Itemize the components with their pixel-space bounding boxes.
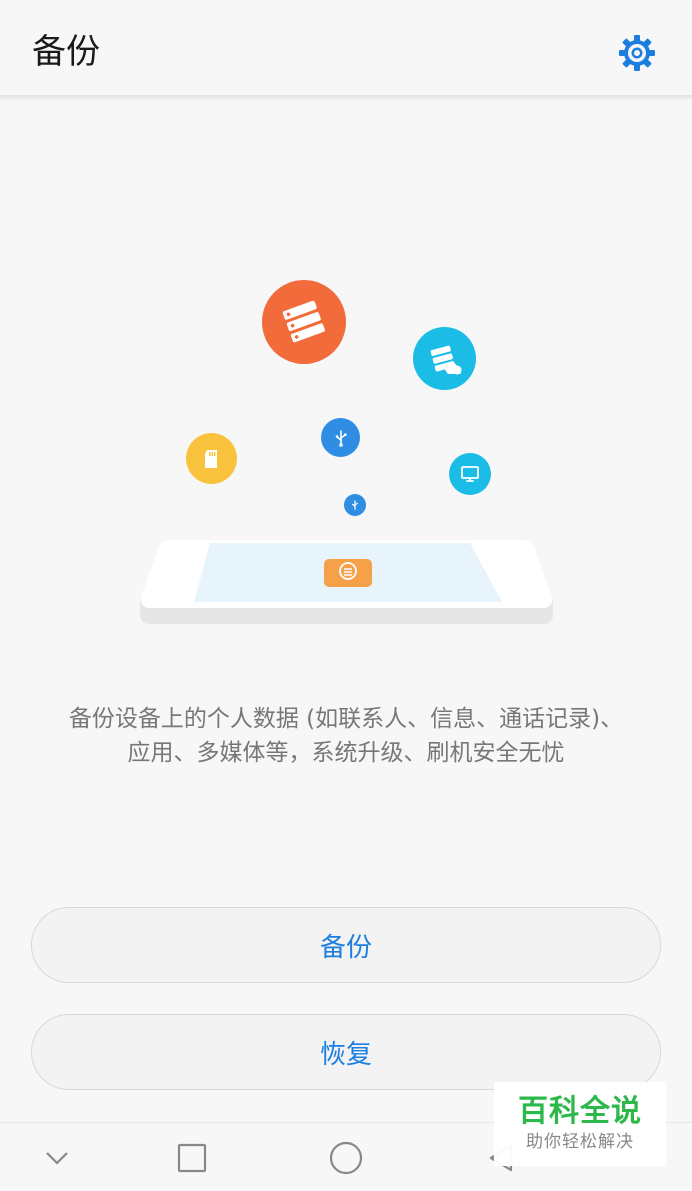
page-title: 备份 [32,32,100,72]
description-line-1: 备份设备上的个人数据 (如联系人、信息、通话记录)、 [68,706,624,732]
backup-description: 备份设备上的个人数据 (如联系人、信息、通话记录)、 应用、多媒体等，系统升级、… [30,702,662,770]
server-bubble [262,280,346,364]
description-line-2: 应用、多媒体等，系统升级、刷机安全无忧 [127,740,565,766]
usb-small-bubble [344,494,366,516]
restore-button[interactable]: 恢复 [31,1014,661,1090]
sd-card-icon [204,449,217,468]
monitor-bubble [449,453,491,495]
monitor-icon [461,466,479,482]
watermark-main-text: 百科全说 [518,1094,642,1129]
cloud-server-icon [430,345,461,374]
phone-illustration [140,540,553,624]
nav-recents-button[interactable] [167,1135,217,1181]
backup-button[interactable]: 备份 [31,907,661,983]
nav-home-button[interactable] [321,1135,371,1181]
server-icon [282,300,325,343]
nav-collapse-button[interactable] [32,1135,82,1181]
watermark-logo: 百科全说 助你轻松解决 [494,1082,666,1166]
settings-button[interactable] [614,30,660,76]
circle-icon [329,1141,363,1175]
usb-small-icon [352,500,358,510]
usb-icon [335,429,346,447]
chevron-down-icon [46,1152,68,1165]
backup-app-icon [324,559,372,587]
watermark-sub-text: 助你轻松解决 [526,1132,634,1152]
square-icon [177,1143,207,1173]
cloud-server-bubble [413,327,476,390]
gear-icon [619,35,655,71]
usb-bubble [321,418,360,457]
sd-card-bubble [186,433,237,484]
app-header: 备份 [0,0,692,96]
backup-illustration [0,100,692,660]
